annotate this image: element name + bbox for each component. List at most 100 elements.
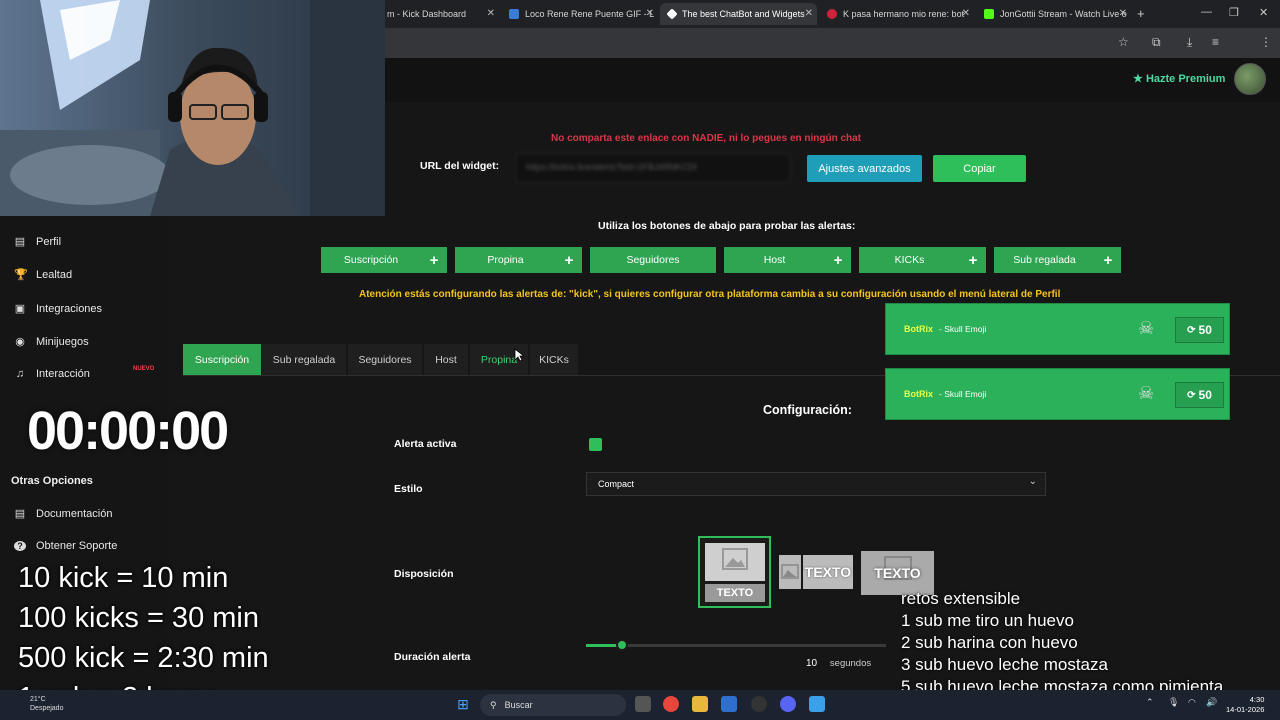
new-badge: NUEVO (133, 366, 155, 372)
task-view-icon[interactable] (635, 696, 651, 712)
download-icon[interactable]: ⤓ (1187, 35, 1192, 50)
close-tab-icon[interactable]: ✕ (805, 8, 813, 19)
sidebar-item-label: Interacción (36, 368, 90, 380)
test-gifted-sub-button[interactable]: Sub regalada + (994, 247, 1121, 273)
test-button-label: Host (763, 254, 786, 266)
document-icon: ▤ (14, 508, 26, 520)
discord-icon[interactable] (780, 696, 796, 712)
clock-date: 14-01-2026 (1226, 705, 1265, 714)
mouse-cursor-icon (514, 348, 524, 362)
app-icon[interactable] (809, 696, 825, 712)
tab-host[interactable]: Host (424, 344, 468, 375)
minimize-icon[interactable]: — (1201, 6, 1212, 18)
help-icon: ? (14, 541, 26, 551)
new-tab-button[interactable]: + (1137, 6, 1145, 21)
sidebar-item-lealtad[interactable]: 🏆 Lealtad (14, 268, 72, 282)
chrome-icon[interactable] (663, 696, 679, 712)
tab-kicks[interactable]: KICKs (530, 344, 578, 375)
taskbar-search[interactable]: ⚲ Buscar (480, 694, 626, 716)
browser-tab[interactable]: Loco Rene Rene Puente GIF - L ✕ (501, 3, 658, 25)
advanced-settings-button[interactable]: Ajustes avanzados (807, 155, 922, 182)
tab-sub-regalada[interactable]: Sub regalada (262, 344, 346, 375)
alert-message: - Skull Emoji (939, 389, 987, 399)
sidebar-item-interaccion[interactable]: ♫ Interacción (14, 368, 90, 380)
duration-value: 10 segundos (806, 658, 871, 669)
layout-text: TEXTO (705, 584, 765, 602)
browser-tab[interactable]: JonGottii Stream - Watch Live o ✕ (976, 3, 1131, 25)
close-tab-icon[interactable]: ✕ (1119, 8, 1127, 19)
layout-option-side[interactable]: TEXTO (779, 555, 853, 589)
browser-tab[interactable]: K pasa hermano mio rene: bot ✕ (819, 3, 974, 25)
tab-label: Loco Rene Rene Puente GIF - L (525, 9, 655, 19)
tab-label: JonGottii Stream - Watch Live o (1000, 9, 1127, 19)
extensions-icon[interactable]: ⧉ (1152, 35, 1161, 50)
network-icon[interactable]: ◠ (1188, 697, 1196, 708)
music-icon: ♫ (15, 368, 25, 380)
alert-preview-card: BotRix - Skull Emoji ☠ ⟳ 50 (885, 368, 1230, 420)
test-button-label: Propina (487, 254, 524, 266)
test-button-label: KICKs (894, 254, 925, 266)
obs-icon[interactable] (751, 696, 767, 712)
file-explorer-icon[interactable] (692, 696, 708, 712)
style-select[interactable]: Compact ⌄ (586, 472, 1046, 496)
star-icon: ★ (1133, 73, 1143, 85)
subathon-rule: 500 kick = 2:30 min (18, 642, 269, 674)
test-followers-button[interactable]: Seguidores (590, 247, 716, 273)
plus-icon: + (1103, 251, 1113, 269)
alert-sender: BotRix (904, 389, 933, 399)
premium-link[interactable]: ★ Hazte Premium (1133, 72, 1225, 85)
duration-unit: segundos (829, 658, 872, 669)
duration-slider[interactable] (586, 644, 886, 647)
alert-message: - Skull Emoji (939, 324, 987, 334)
microphone-icon[interactable]: 🎙 (1168, 697, 1179, 708)
test-tip-button[interactable]: Propina + (455, 247, 582, 273)
browser-tab[interactable]: m - Kick Dashboard ✕ (379, 3, 499, 25)
tray-chevron-icon[interactable]: ⌃ (1146, 697, 1154, 708)
sidebar-item-minijuegos[interactable]: ◉ Minijuegos (14, 335, 88, 349)
volume-icon[interactable]: 🔊 (1206, 697, 1217, 708)
subathon-rule: 10 kick = 10 min (18, 562, 229, 594)
close-tab-icon[interactable]: ✕ (487, 8, 495, 19)
layout-option-stacked[interactable]: TEXTO (698, 536, 771, 608)
sidebar-item-soporte[interactable]: ? Obtener Soporte (14, 540, 117, 552)
close-tab-icon[interactable]: ✕ (646, 8, 654, 19)
plus-icon: + (833, 251, 843, 269)
alert-active-checkbox[interactable] (589, 438, 602, 451)
bookmark-star-icon[interactable]: ☆ (1118, 35, 1129, 49)
sidebar-item-perfil[interactable]: ▤ Perfil (14, 235, 61, 249)
gif-favicon-icon (509, 9, 519, 19)
test-host-button[interactable]: Host + (724, 247, 851, 273)
maximize-icon[interactable]: ❐ (1229, 6, 1239, 19)
chevron-down-icon: ⌄ (1028, 476, 1037, 487)
menu-icon[interactable]: ⋮ (1260, 35, 1272, 49)
copy-button[interactable]: Copiar (933, 155, 1026, 182)
close-window-icon[interactable]: ✕ (1259, 6, 1268, 19)
store-icon[interactable] (721, 696, 737, 712)
taskbar-search-label: Buscar (504, 700, 533, 710)
challenge-line: 1 sub me tiro un huevo (901, 611, 1074, 630)
taskbar-clock[interactable]: 4:30 14-01-2026 (1226, 695, 1264, 715)
duration-slider-handle[interactable] (616, 639, 628, 651)
weather-widget[interactable]: 21°C Despejado (30, 695, 63, 713)
test-subscription-button[interactable]: Suscripción + (321, 247, 447, 273)
test-kicks-button[interactable]: KICKs + (859, 247, 986, 273)
avatar[interactable] (1234, 63, 1266, 95)
media-icon[interactable]: ≡ (1212, 35, 1219, 49)
share-warning: No comparta este enlace con NADIE, ni lo… (551, 133, 862, 144)
widget-url-field[interactable]: https://botrix.live/alerts?bid=2FBJd9NKC… (515, 153, 791, 183)
sidebar-item-documentacion[interactable]: ▤ Documentación (14, 507, 113, 521)
image-placeholder-icon (705, 543, 765, 581)
close-tab-icon[interactable]: ✕ (962, 8, 970, 19)
windows-start-icon[interactable]: ⊞ (455, 696, 471, 712)
integration-icon: ▣ (14, 303, 26, 315)
browser-tab-active[interactable]: The best ChatBot and Widgets ✕ (660, 3, 817, 25)
tab-suscripcion[interactable]: Suscripción (183, 344, 261, 375)
plus-icon: + (429, 251, 439, 269)
active-label: Alerta activa (394, 438, 457, 450)
tab-seguidores[interactable]: Seguidores (348, 344, 422, 375)
sidebar-item-integraciones[interactable]: ▣ Integraciones (14, 302, 102, 316)
trophy-icon: 🏆 (14, 269, 28, 281)
alert-preview-card: BotRix - Skull Emoji ☠ ⟳ 50 (885, 303, 1230, 355)
search-icon: ⚲ (490, 699, 497, 710)
test-alerts-title: Utiliza los botones de abajo para probar… (598, 220, 856, 232)
